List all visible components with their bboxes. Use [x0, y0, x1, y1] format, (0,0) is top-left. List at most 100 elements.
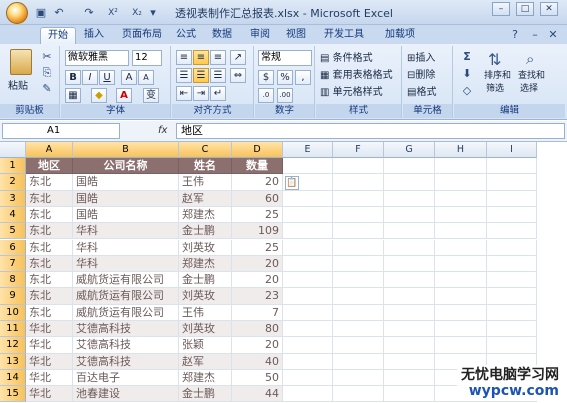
table-cell[interactable]: 国皓 [73, 190, 179, 207]
format-as-table-button[interactable]: ▦ 套用表格格式 [320, 67, 393, 84]
tab-insert[interactable]: 插入 [80, 27, 108, 44]
column-header-g[interactable]: G [384, 142, 435, 158]
table-cell[interactable] [333, 337, 384, 354]
table-cell[interactable] [384, 255, 435, 273]
table-cell[interactable]: 金士鹏 [179, 272, 232, 289]
table-cell[interactable] [333, 174, 384, 191]
table-cell[interactable]: 20 [232, 174, 283, 191]
maximize-button[interactable]: □ [516, 2, 534, 16]
tab-data[interactable]: 数据 [208, 27, 236, 44]
row-header[interactable]: 3 [0, 190, 26, 207]
row-header[interactable]: 9 [0, 288, 26, 305]
table-cell[interactable] [283, 353, 333, 370]
table-cell[interactable] [283, 190, 333, 207]
table-cell[interactable] [333, 304, 384, 321]
formula-input[interactable]: 地区 [176, 123, 565, 139]
clear-icon[interactable]: ◇ [460, 84, 474, 98]
column-header-a[interactable]: A [26, 142, 73, 158]
table-cell[interactable]: 金士鹏 [179, 223, 232, 240]
table-cell[interactable] [435, 206, 487, 224]
table-cell[interactable] [333, 272, 384, 289]
table-cell[interactable] [487, 255, 537, 273]
table-cell[interactable] [333, 239, 384, 256]
table-header-cell[interactable]: 地区 [26, 158, 73, 175]
table-cell[interactable] [283, 386, 333, 403]
table-cell[interactable]: 东北 [26, 288, 73, 305]
table-cell[interactable] [384, 174, 435, 191]
table-cell[interactable] [333, 158, 384, 175]
table-cell[interactable] [435, 190, 487, 207]
row-header[interactable]: 6 [0, 239, 26, 256]
sort-filter-icon[interactable]: ⇅ [488, 50, 501, 69]
table-cell[interactable]: 25 [232, 239, 283, 256]
row-header[interactable]: 13 [0, 353, 26, 370]
column-header-i[interactable]: I [487, 142, 537, 158]
table-cell[interactable]: 40 [232, 353, 283, 370]
table-cell[interactable] [384, 386, 435, 403]
table-cell[interactable]: 王伟 [179, 174, 232, 191]
table-cell[interactable]: 华北 [26, 369, 73, 387]
table-cell[interactable] [384, 353, 435, 370]
align-top-icon[interactable]: ≡ [176, 50, 192, 65]
table-cell[interactable] [384, 272, 435, 289]
decrease-decimal-icon[interactable]: .00 [277, 88, 293, 103]
underline-button[interactable]: U [99, 70, 115, 85]
table-cell[interactable]: 109 [232, 223, 283, 240]
table-cell[interactable] [283, 288, 333, 305]
row-header[interactable]: 11 [0, 321, 26, 338]
align-bottom-icon[interactable]: ≡ [210, 50, 226, 65]
row-header[interactable]: 15 [0, 386, 26, 403]
table-cell[interactable] [487, 304, 537, 321]
table-cell[interactable]: 华科 [73, 223, 179, 240]
fill-icon[interactable]: ⬇ [460, 67, 474, 81]
table-cell[interactable]: 郑建杰 [179, 206, 232, 224]
row-header[interactable]: 14 [0, 369, 26, 387]
table-cell[interactable]: 东北 [26, 206, 73, 224]
worksheet-grid[interactable]: A B C D E F G H I 1 地区 公司名称 姓名 数量 2 东北 国皓 王伟 20 3 东北 国皓 赵军 60 4 东… [0, 142, 567, 403]
table-cell[interactable] [333, 353, 384, 370]
increase-indent-icon[interactable]: ⇥ [193, 86, 209, 101]
row-header[interactable]: 8 [0, 272, 26, 289]
table-cell[interactable] [283, 272, 333, 289]
table-cell[interactable] [384, 223, 435, 240]
cell-styles-button[interactable]: ▥ 单元格样式 [320, 84, 383, 101]
table-cell[interactable]: 国皓 [73, 174, 179, 191]
table-cell[interactable] [435, 337, 487, 354]
align-middle-icon[interactable]: ≡ [193, 50, 209, 65]
table-cell[interactable] [435, 223, 487, 240]
table-cell[interactable]: 东北 [26, 223, 73, 240]
phonetic-button[interactable]: 变 [143, 88, 159, 103]
table-cell[interactable] [283, 321, 333, 338]
format-button[interactable]: ▤格式 [407, 84, 436, 101]
table-cell[interactable] [435, 255, 487, 273]
find-select-icon[interactable]: ⌕ [526, 50, 534, 68]
table-cell[interactable] [384, 239, 435, 256]
table-cell[interactable] [487, 206, 537, 224]
table-cell[interactable] [487, 321, 537, 338]
grow-font-button[interactable]: A [121, 70, 137, 85]
table-cell[interactable]: 金士鹏 [179, 386, 232, 403]
orientation-icon[interactable]: ↗ [230, 50, 246, 65]
column-header-b[interactable]: B [73, 142, 179, 158]
table-cell[interactable]: 威航货运有限公司 [73, 304, 179, 321]
table-cell[interactable]: 50 [232, 369, 283, 387]
cut-icon[interactable]: ✂ [40, 50, 54, 64]
table-cell[interactable] [435, 304, 487, 321]
table-cell[interactable] [333, 321, 384, 338]
ribbon-close-icon[interactable]: ✕ [546, 28, 560, 42]
tab-home[interactable]: 开始 [40, 27, 76, 44]
row-header[interactable]: 10 [0, 304, 26, 321]
table-cell[interactable] [384, 369, 435, 387]
name-box[interactable]: A1 [2, 123, 120, 139]
table-cell[interactable]: 威航货运有限公司 [73, 288, 179, 305]
paste-icon[interactable] [10, 49, 32, 75]
table-cell[interactable] [283, 337, 333, 354]
table-cell[interactable] [333, 369, 384, 387]
font-color-icon[interactable]: A [116, 88, 132, 103]
table-cell[interactable]: 20 [232, 272, 283, 289]
insert-function-button[interactable]: fx [158, 125, 167, 136]
table-cell[interactable]: 艾德高科技 [73, 353, 179, 370]
table-cell[interactable] [384, 206, 435, 224]
tab-page-layout[interactable]: 页面布局 [116, 27, 168, 44]
percent-button[interactable]: % [277, 70, 293, 85]
